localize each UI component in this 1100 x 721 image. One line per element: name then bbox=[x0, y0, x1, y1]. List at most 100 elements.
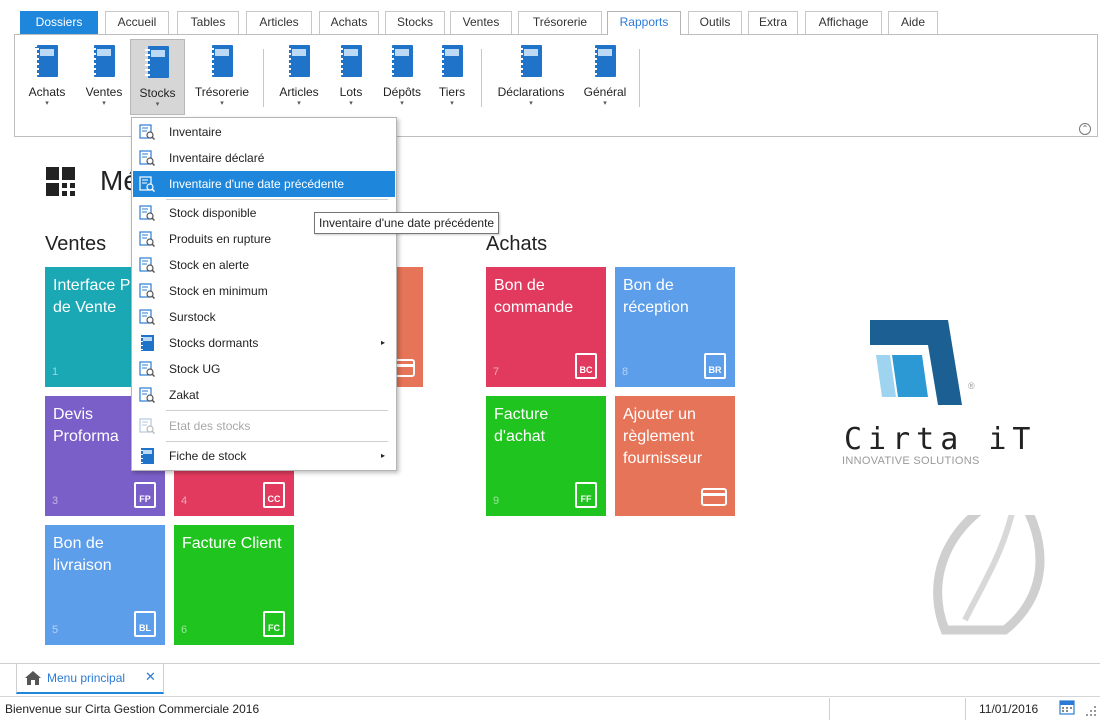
report-book-icon bbox=[592, 45, 616, 77]
menu-item-label: Stocks dormants bbox=[169, 336, 259, 350]
menu-item-label: Fiche de stock bbox=[169, 449, 247, 463]
tile-label: Facture Client bbox=[182, 535, 282, 552]
ribbon-button-lots[interactable]: Lots ▾ bbox=[331, 39, 371, 115]
report-book-icon bbox=[140, 335, 154, 351]
status-separator bbox=[829, 698, 830, 720]
tab-articles[interactable]: Articles bbox=[246, 11, 312, 34]
ribbon-button-stocks[interactable]: Stocks ▾ bbox=[130, 39, 185, 115]
tab-outils[interactable]: Outils bbox=[688, 11, 742, 34]
menu-separator bbox=[166, 410, 388, 411]
chevron-down-icon: ▾ bbox=[45, 100, 49, 107]
document-tab-menu-principal[interactable]: Menu principal ✕ bbox=[16, 664, 164, 694]
section-title-achats: Achats bbox=[486, 233, 548, 255]
tile-reglement-fournisseur[interactable]: Ajouter un règlement fournisseur bbox=[615, 396, 735, 516]
ribbon-button-ventes[interactable]: Ventes ▾ bbox=[79, 39, 129, 115]
tab-ventes[interactable]: Ventes bbox=[450, 11, 512, 34]
report-search-icon bbox=[139, 418, 155, 434]
menu-item-label: Produits en rupture bbox=[169, 232, 272, 246]
ribbon-button-label: Achats bbox=[28, 85, 66, 99]
status-bar-border bbox=[0, 696, 1100, 697]
menu-item-inventaire-date-precedente[interactable]: Inventaire d'une date précédente bbox=[133, 171, 395, 197]
tile-number: 3 bbox=[52, 495, 59, 507]
report-search-icon bbox=[139, 231, 155, 247]
tile-bon-de-reception[interactable]: Bon de réception 8 BR bbox=[615, 267, 735, 387]
close-icon[interactable]: ✕ bbox=[145, 669, 156, 685]
chevron-down-icon: ▾ bbox=[155, 101, 160, 108]
ribbon-button-general[interactable]: Général ▾ bbox=[577, 39, 633, 115]
report-search-icon bbox=[139, 205, 155, 221]
collapse-ribbon-icon[interactable]: ⌃ bbox=[1079, 123, 1091, 135]
report-book-icon bbox=[389, 45, 413, 77]
report-book-icon bbox=[286, 45, 310, 77]
menu-item-label: Stock en alerte bbox=[169, 258, 250, 272]
chevron-down-icon: ▾ bbox=[529, 100, 533, 107]
tab-affichage[interactable]: Affichage bbox=[805, 11, 882, 34]
document-bc-icon: BC bbox=[575, 353, 597, 379]
menu-item-inventaire-declare[interactable]: Inventaire déclaré bbox=[133, 145, 395, 171]
ribbon-separator bbox=[263, 49, 264, 107]
menu-item-label: Stock en minimum bbox=[169, 284, 268, 298]
resize-grip-icon[interactable] bbox=[1086, 706, 1096, 716]
ribbon-button-label: Articles bbox=[279, 85, 319, 99]
menu-item-fiche-de-stock[interactable]: Fiche de stock ▸ bbox=[133, 443, 395, 469]
document-tab-strip bbox=[0, 663, 1100, 664]
chevron-down-icon: ▾ bbox=[450, 100, 454, 107]
menu-item-stock-en-minimum[interactable]: Stock en minimum bbox=[133, 278, 395, 304]
menu-item-inventaire[interactable]: Inventaire bbox=[133, 119, 395, 145]
tab-tresorerie[interactable]: Trésorerie bbox=[518, 11, 602, 34]
menu-item-surstock[interactable]: Surstock bbox=[133, 304, 395, 330]
menu-item-stock-ug[interactable]: Stock UG bbox=[133, 356, 395, 382]
chevron-down-icon: ▾ bbox=[102, 100, 106, 107]
document-tab-label: Menu principal bbox=[47, 671, 126, 685]
tile-number: 5 bbox=[52, 624, 59, 636]
document-bl-icon: BL bbox=[134, 611, 156, 637]
tab-extra[interactable]: Extra bbox=[748, 11, 798, 34]
menu-item-label: Inventaire d'une date précédente bbox=[169, 177, 345, 191]
ribbon-button-achats[interactable]: Achats ▾ bbox=[17, 39, 77, 115]
chevron-down-icon: ▾ bbox=[220, 100, 224, 107]
tab-stocks[interactable]: Stocks bbox=[385, 11, 445, 34]
report-book-icon bbox=[34, 45, 58, 77]
document-fp-icon: FP bbox=[134, 482, 156, 508]
document-br-icon: BR bbox=[704, 353, 726, 379]
tile-label: Facture d'achat bbox=[494, 406, 549, 445]
tab-aide[interactable]: Aide bbox=[888, 11, 938, 34]
tab-accueil[interactable]: Accueil bbox=[105, 11, 169, 34]
ribbon-button-label: Tiers bbox=[438, 85, 466, 99]
ribbon-button-tresorerie[interactable]: Trésorerie ▾ bbox=[187, 39, 257, 115]
tab-dossiers[interactable]: Dossiers bbox=[20, 11, 98, 34]
menu-item-stocks-dormants[interactable]: Stocks dormants ▸ bbox=[133, 330, 395, 356]
report-book-icon bbox=[140, 448, 154, 464]
logo-tagline: INNOVATIVE SOLUTIONS bbox=[842, 455, 980, 467]
card-icon bbox=[701, 488, 727, 506]
status-date: 11/01/2016 bbox=[979, 702, 1039, 716]
menu-item-stock-en-alerte[interactable]: Stock en alerte bbox=[133, 252, 395, 278]
ribbon-separator bbox=[481, 49, 482, 107]
tile-facture-client[interactable]: Facture Client 6 FC bbox=[174, 525, 294, 645]
menu-item-etat-des-stocks: Etat des stocks bbox=[133, 413, 395, 439]
report-search-icon bbox=[139, 309, 155, 325]
tile-label: Bon de commande bbox=[494, 277, 574, 316]
ribbon-button-declarations[interactable]: Déclarations ▾ bbox=[489, 39, 573, 115]
tile-facture-d-achat[interactable]: Facture d'achat 9 FF bbox=[486, 396, 606, 516]
ribbon-button-articles[interactable]: Articles ▾ bbox=[271, 39, 327, 115]
tile-bon-de-livraison[interactable]: Bon de livraison 5 BL bbox=[45, 525, 165, 645]
tab-achats[interactable]: Achats bbox=[319, 11, 379, 34]
menu-item-label: Surstock bbox=[169, 310, 216, 324]
tab-tables[interactable]: Tables bbox=[177, 11, 239, 34]
ribbon-button-tiers[interactable]: Tiers ▾ bbox=[431, 39, 473, 115]
tile-bon-de-commande[interactable]: Bon de commande 7 BC bbox=[486, 267, 606, 387]
calendar-icon[interactable] bbox=[1059, 699, 1075, 715]
submenu-arrow-icon: ▸ bbox=[380, 451, 385, 460]
ribbon-button-depots[interactable]: Dépôts ▾ bbox=[377, 39, 427, 115]
report-book-icon bbox=[338, 45, 362, 77]
tile-label: Devis Proforma bbox=[53, 406, 119, 445]
submenu-arrow-icon: ▸ bbox=[380, 338, 385, 347]
menu-item-zakat[interactable]: Zakat bbox=[133, 382, 395, 408]
chevron-down-icon: ▾ bbox=[349, 100, 353, 107]
report-search-icon bbox=[139, 124, 155, 140]
tile-number: 1 bbox=[52, 366, 59, 378]
tooltip: Inventaire d'une date précédente bbox=[314, 212, 500, 234]
menu-item-label: Zakat bbox=[169, 388, 200, 402]
tab-rapports[interactable]: Rapports bbox=[607, 11, 681, 35]
